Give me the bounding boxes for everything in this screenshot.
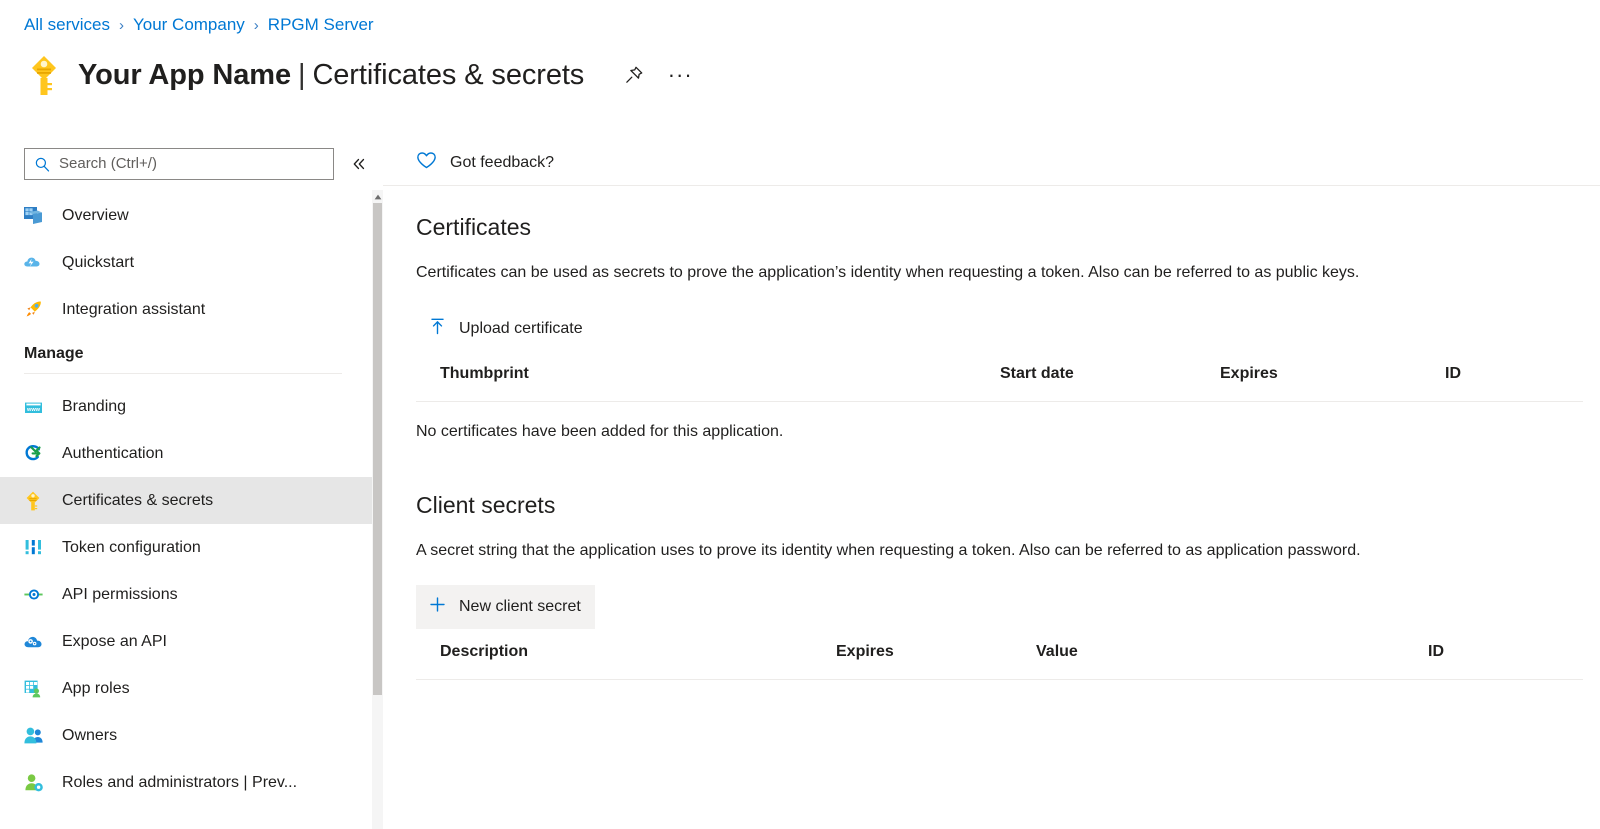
- sidebar-nav-top: Overview Quickstart Integ: [0, 192, 372, 333]
- sidebar-item-label: App roles: [62, 680, 130, 698]
- breadcrumb-item-rpgm-server[interactable]: RPGM Server: [268, 15, 374, 35]
- sidebar-item-label: Token configuration: [62, 539, 201, 557]
- certificates-description: Certificates can be used as secrets to p…: [416, 264, 1600, 282]
- client-secrets-description: A secret string that the application use…: [416, 542, 1600, 560]
- sidebar-nav-manage: www Branding Authentication: [0, 383, 372, 806]
- sidebar-item-expose-an-api[interactable]: Expose an API: [0, 618, 372, 665]
- authentication-arrow-icon: [22, 443, 44, 465]
- sidebar-item-certificates-and-secrets[interactable]: Certificates & secrets: [0, 477, 372, 524]
- search-icon: [34, 156, 51, 178]
- sidebar-item-owners[interactable]: Owners: [0, 712, 372, 759]
- branding-www-icon: www: [22, 396, 44, 418]
- upload-certificate-label: Upload certificate: [459, 320, 583, 338]
- client-secrets-table-header: Description Expires Value ID: [416, 643, 1600, 679]
- sidebar-item-label: Certificates & secrets: [62, 492, 213, 510]
- certificates-table-divider: [416, 401, 1583, 402]
- roles-admin-icon: [22, 772, 44, 794]
- certificates-empty-message: No certificates have been added for this…: [416, 423, 1600, 441]
- sidebar-section-title: Manage: [24, 345, 372, 363]
- page-title-section: Certificates & secrets: [312, 59, 584, 91]
- new-client-secret-button[interactable]: New client secret: [416, 585, 595, 629]
- token-bars-icon: [22, 537, 44, 559]
- svg-text:www: www: [25, 407, 40, 413]
- plus-icon: [428, 595, 447, 619]
- column-header-value[interactable]: Value: [1036, 643, 1078, 661]
- sidebar-item-quickstart[interactable]: Quickstart: [0, 239, 372, 286]
- ellipsis-icon[interactable]: ···: [664, 59, 696, 91]
- breadcrumb: All services › Your Company › RPGM Serve…: [24, 15, 374, 35]
- got-feedback-button[interactable]: Got feedback?: [383, 140, 1600, 185]
- client-secrets-table-divider: [416, 679, 1583, 680]
- breadcrumb-item-all-services[interactable]: All services: [24, 15, 110, 35]
- column-header-id[interactable]: ID: [1445, 365, 1461, 383]
- sidebar-item-roles-and-administrators[interactable]: Roles and administrators | Prev...: [0, 759, 372, 806]
- sidebar-search-row: [0, 140, 372, 182]
- certificates-heading: Certificates: [416, 214, 1600, 241]
- sidebar-section-manage: Manage: [0, 333, 372, 383]
- key-icon: [24, 53, 64, 97]
- upload-icon: [428, 317, 447, 341]
- sidebar-section-divider: [24, 373, 342, 374]
- sidebar-item-overview[interactable]: Overview: [0, 192, 372, 239]
- owners-people-icon: [22, 725, 44, 747]
- column-header-id[interactable]: ID: [1428, 643, 1444, 661]
- app-roles-icon: [22, 678, 44, 700]
- sidebar-item-label: Authentication: [62, 445, 163, 463]
- search-input[interactable]: [25, 149, 333, 179]
- sidebar-item-integration-assistant[interactable]: Integration assistant: [0, 286, 372, 333]
- toolbar-divider: [383, 185, 1600, 186]
- heart-icon: [416, 151, 437, 175]
- sidebar-item-label: Quickstart: [62, 254, 134, 272]
- sidebar-scrollbar-thumb[interactable]: [373, 203, 382, 695]
- scroll-up-arrow-icon[interactable]: [372, 190, 383, 203]
- sidebar-item-label: Expose an API: [62, 633, 167, 651]
- column-header-expires[interactable]: Expires: [1220, 365, 1278, 383]
- search-box[interactable]: [24, 148, 334, 180]
- sidebar-item-label: Roles and administrators | Prev...: [62, 774, 297, 792]
- pin-icon[interactable]: [618, 59, 650, 91]
- cloud-gears-icon: [22, 631, 44, 653]
- sidebar-item-app-roles[interactable]: App roles: [0, 665, 372, 712]
- key-icon: [22, 490, 44, 512]
- new-client-secret-label: New client secret: [459, 598, 581, 616]
- sidebar-item-branding[interactable]: www Branding: [0, 383, 372, 430]
- certificates-section: Certificates Certificates can be used as…: [383, 214, 1600, 441]
- client-secrets-section: Client secrets A secret string that the …: [383, 492, 1600, 680]
- client-secrets-heading: Client secrets: [416, 492, 1600, 519]
- column-header-thumbprint[interactable]: Thumbprint: [440, 365, 529, 383]
- page-title-app-name: Your App Name: [78, 59, 291, 91]
- sidebar-item-token-configuration[interactable]: Token configuration: [0, 524, 372, 571]
- page-title-separator: |: [298, 59, 305, 91]
- overview-grid-icon: [22, 205, 44, 227]
- column-header-expires[interactable]: Expires: [836, 643, 894, 661]
- main-content: Got feedback? Certificates Certificates …: [383, 140, 1600, 829]
- sidebar-item-label: Overview: [62, 207, 129, 225]
- breadcrumb-item-your-company[interactable]: Your Company: [133, 15, 245, 35]
- sidebar-item-label: Integration assistant: [62, 301, 205, 319]
- breadcrumb-separator-icon: ›: [119, 17, 124, 34]
- got-feedback-label: Got feedback?: [450, 154, 554, 172]
- sidebar-item-label: API permissions: [62, 586, 178, 604]
- quickstart-cloud-icon: [22, 252, 44, 274]
- page-title: Your App Name|Certificates & secrets: [78, 59, 584, 92]
- page-header: Your App Name|Certificates & secrets ···: [24, 52, 696, 98]
- sidebar-item-authentication[interactable]: Authentication: [0, 430, 372, 477]
- certificates-table-header: Thumbprint Start date Expires ID: [416, 365, 1600, 401]
- chevron-double-left-icon[interactable]: [346, 151, 372, 177]
- column-header-start-date[interactable]: Start date: [1000, 365, 1074, 383]
- column-header-description[interactable]: Description: [440, 643, 528, 661]
- rocket-icon: [22, 299, 44, 321]
- client-secrets-table: Description Expires Value ID: [416, 643, 1600, 680]
- sidebar-item-label: Branding: [62, 398, 126, 416]
- certificates-table: Thumbprint Start date Expires ID No cert…: [416, 365, 1600, 441]
- sidebar: Overview Quickstart Integ: [0, 140, 372, 829]
- breadcrumb-separator-icon: ›: [254, 17, 259, 34]
- sidebar-item-label: Owners: [62, 727, 117, 745]
- api-permissions-icon: [22, 584, 44, 606]
- sidebar-item-api-permissions[interactable]: API permissions: [0, 571, 372, 618]
- upload-certificate-button[interactable]: Upload certificate: [416, 307, 597, 351]
